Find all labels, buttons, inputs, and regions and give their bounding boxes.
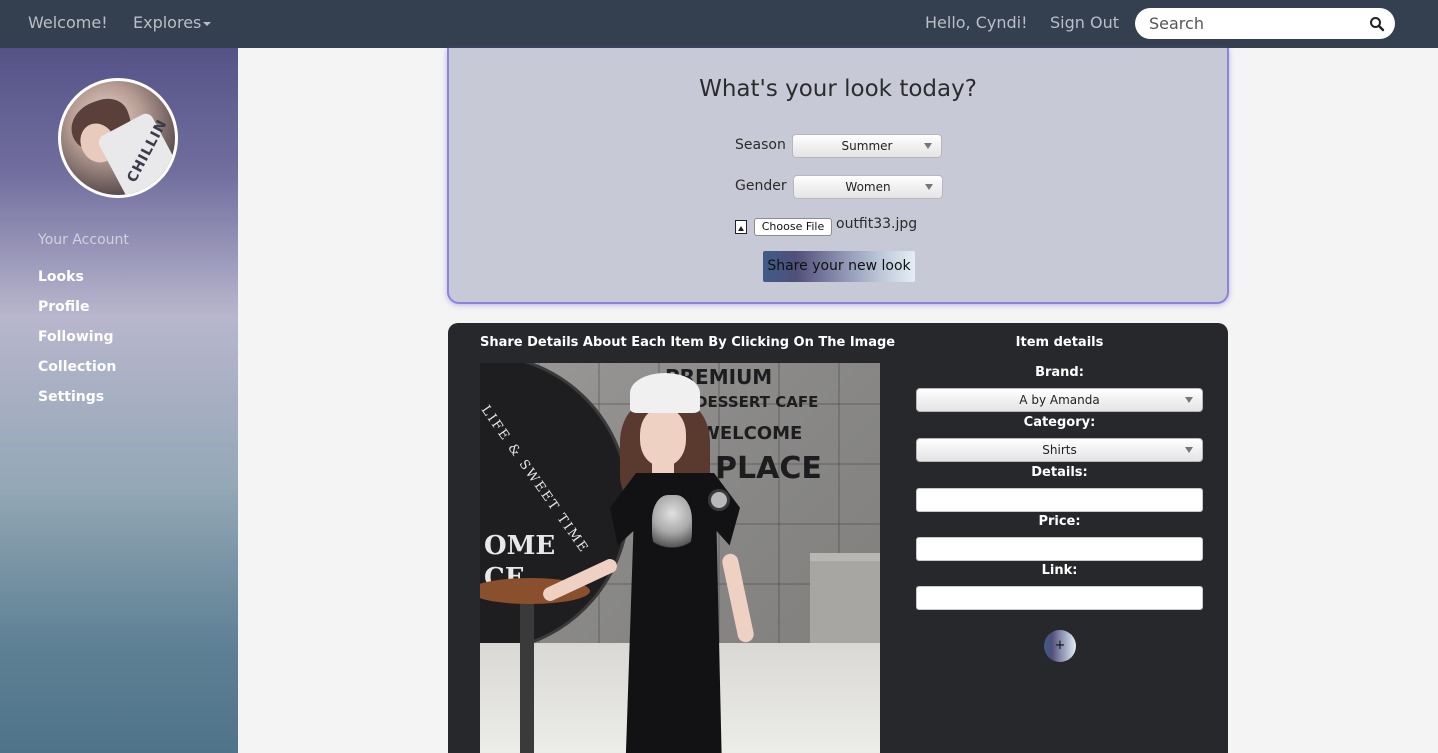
dropdown-arrow-icon — [1185, 397, 1193, 403]
item-details-panel: Share Details About Each Item By Clickin… — [448, 323, 1228, 753]
user-greeting[interactable]: Hello, Cyndi! — [925, 13, 1028, 32]
account-heading: Your Account — [38, 232, 129, 248]
top-navbar: Welcome! Explores Hello, Cyndi! Sign Out — [0, 0, 1438, 48]
look-card-title: What's your look today? — [699, 76, 977, 102]
photo-sign-line2: DESSERT CAFE — [695, 393, 819, 411]
photo-bench — [810, 553, 880, 643]
outfit-image[interactable]: LIFE & SWEET TIME PREMIUM DESSERT CAFE W… — [480, 363, 880, 753]
season-select[interactable]: Summer — [792, 134, 942, 158]
nav-explores-label: Explores — [133, 13, 202, 32]
category-select[interactable]: Shirts — [916, 438, 1203, 462]
photo-table-leg — [520, 595, 534, 753]
avatar[interactable]: CHILLIN — [58, 78, 178, 198]
image-file-icon — [735, 220, 747, 234]
sign-out-link[interactable]: Sign Out — [1050, 13, 1119, 32]
sidebar-item-profile[interactable]: Profile — [38, 299, 89, 315]
dropdown-arrow-icon — [1185, 447, 1193, 453]
details-label: Details: — [1031, 465, 1088, 480]
brand-select[interactable]: A by Amanda — [916, 388, 1203, 412]
photo-text-bottom1: OME — [484, 531, 556, 561]
photo-person-hat — [630, 373, 700, 413]
sidebar: CHILLIN Your Account Looks Profile Follo… — [0, 48, 238, 753]
sidebar-item-settings[interactable]: Settings — [38, 389, 104, 405]
category-label: Category: — [1023, 415, 1096, 430]
details-input[interactable] — [916, 488, 1203, 512]
new-look-card: What's your look today? Season Summer Ge… — [447, 48, 1229, 304]
search-input[interactable] — [1149, 13, 1359, 34]
photo-sign-line3: WELCOME — [700, 423, 803, 444]
dropdown-arrow-icon — [925, 184, 933, 190]
photo-person-face — [640, 408, 686, 466]
season-label: Season — [735, 137, 786, 153]
search-icon[interactable] — [1369, 16, 1385, 32]
brand-label: Brand: — [1035, 365, 1084, 380]
nav-explores-dropdown[interactable]: Explores — [133, 13, 212, 32]
selected-file-name: outfit33.jpg — [836, 216, 918, 232]
price-label: Price: — [1038, 514, 1081, 529]
sidebar-item-following[interactable]: Following — [38, 329, 114, 345]
caret-down-icon — [203, 21, 212, 26]
choose-file-button[interactable]: Choose File — [754, 218, 832, 236]
season-select-value: Summer — [841, 139, 893, 153]
gender-select-value: Women — [845, 180, 891, 194]
add-item-button[interactable]: + — [1044, 630, 1076, 662]
item-details-title: Item details — [1015, 335, 1104, 350]
image-instructions-title: Share Details About Each Item By Clickin… — [480, 335, 896, 350]
price-input[interactable] — [916, 537, 1203, 561]
category-select-value: Shirts — [1042, 443, 1077, 457]
sidebar-item-collection[interactable]: Collection — [38, 359, 116, 375]
gender-label: Gender — [735, 178, 787, 194]
search-bar — [1135, 8, 1395, 39]
photo-owl-print — [652, 495, 692, 557]
link-input[interactable] — [916, 586, 1203, 610]
dropdown-arrow-icon — [924, 143, 932, 149]
brand-select-value: A by Amanda — [1019, 393, 1100, 407]
sidebar-item-looks[interactable]: Looks — [38, 269, 84, 285]
share-look-button[interactable]: Share your new look — [763, 251, 915, 282]
link-label: Link: — [1041, 563, 1078, 578]
gender-select[interactable]: Women — [793, 175, 943, 199]
nav-welcome-link[interactable]: Welcome! — [28, 13, 108, 32]
photo-sign-line4: PLACE — [715, 451, 822, 486]
item-tag-marker[interactable] — [708, 489, 730, 511]
